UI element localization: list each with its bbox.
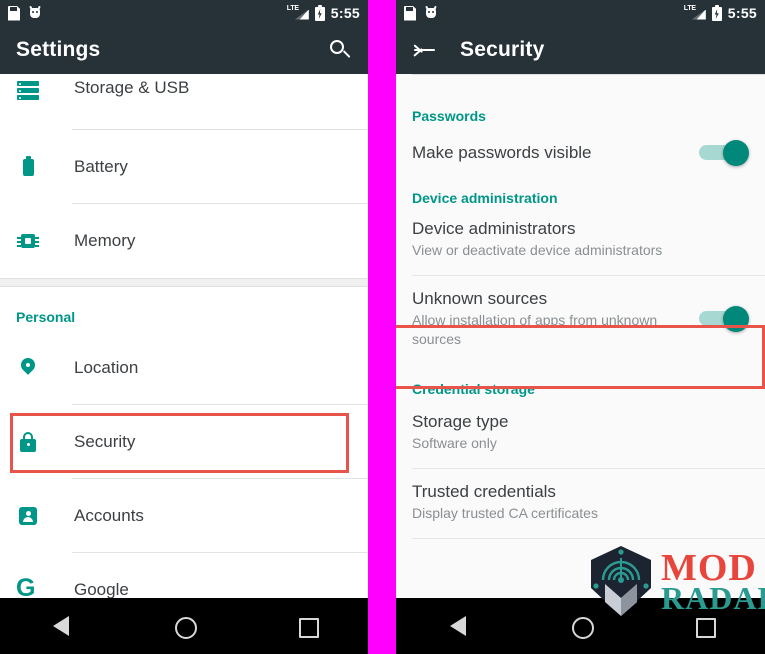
status-bar-left-icons <box>8 5 42 21</box>
sidebar-item-label: Storage & USB <box>74 78 190 97</box>
account-icon <box>16 504 40 528</box>
status-bar-right-icons: LTE 5:55 <box>684 5 757 21</box>
left-phone-screen: LTE 5:55 Settings Storage & USB Battery … <box>0 0 368 654</box>
location-pin-icon <box>16 355 40 380</box>
right-nav-bar <box>396 598 765 654</box>
right-phone-screen: LTE 5:55 Security Passwords Make passwor… <box>396 0 765 654</box>
sidebar-item-label: Battery <box>74 157 128 176</box>
settings-list[interactable]: Storage & USB Battery Memory Personal Lo… <box>0 74 368 627</box>
settings-app-bar: Settings <box>0 26 368 74</box>
lock-icon <box>16 430 40 454</box>
unknown-sources-toggle[interactable] <box>699 305 749 332</box>
page-title: Settings <box>16 38 101 61</box>
sidebar-item-label: Location <box>74 358 139 377</box>
sidebar-item-memory[interactable]: Memory <box>0 204 368 278</box>
section-divider <box>0 278 368 287</box>
row-storage-type[interactable]: Storage type Software only <box>396 403 765 469</box>
android-debug-icon <box>28 5 42 20</box>
lte-signal-icon: LTE <box>286 4 309 21</box>
row-title: Storage type <box>412 412 509 431</box>
row-subtitle: Display trusted CA certificates <box>412 505 598 521</box>
sidebar-item-label: Security <box>74 432 136 451</box>
status-bar-clock: 5:55 <box>330 5 360 21</box>
row-subtitle: Allow installation of apps from unknown … <box>412 312 658 347</box>
sidebar-item-location[interactable]: Location <box>0 331 368 405</box>
row-subtitle: View or deactivate device administrators <box>412 242 663 258</box>
back-arrow-icon[interactable] <box>412 38 438 62</box>
row-subtitle: Software only <box>412 435 497 451</box>
lte-label: LTE <box>286 4 299 12</box>
left-status-bar: LTE 5:55 <box>0 0 368 26</box>
section-header-passwords: Passwords <box>396 90 765 130</box>
sidebar-item-label: Accounts <box>74 506 144 525</box>
section-header-credential-storage: Credential storage <box>396 361 765 403</box>
row-title: Device administrators <box>412 219 576 238</box>
back-nav-button[interactable] <box>41 606 81 646</box>
home-nav-button[interactable] <box>561 606 601 646</box>
partial-row-top <box>396 74 765 90</box>
security-app-bar: Security <box>396 26 765 74</box>
lte-label: LTE <box>683 4 696 12</box>
sd-card-icon <box>404 6 416 21</box>
android-debug-icon <box>424 5 438 20</box>
sidebar-item-label: Memory <box>74 231 136 250</box>
recents-nav-button[interactable] <box>287 606 327 646</box>
sd-card-icon <box>8 6 20 21</box>
status-bar-clock: 5:55 <box>727 5 757 21</box>
panel-separator <box>368 0 396 654</box>
screenshot-root: LTE 5:55 Settings Storage & USB Battery … <box>0 0 765 654</box>
memory-icon <box>16 229 40 253</box>
recents-nav-button[interactable] <box>684 606 724 646</box>
right-status-bar: LTE 5:55 <box>396 0 765 26</box>
row-unknown-sources[interactable]: Unknown sources Allow installation of ap… <box>396 276 765 361</box>
row-device-administrators[interactable]: Device administrators View or deactivate… <box>396 212 765 276</box>
row-title: Unknown sources <box>412 289 548 308</box>
make-passwords-visible-toggle[interactable] <box>699 140 749 166</box>
search-icon[interactable] <box>328 38 352 62</box>
battery-charging-icon <box>711 5 722 21</box>
security-settings-list[interactable]: Passwords Make passwords visible Device … <box>396 74 765 598</box>
status-bar-right-icons: LTE 5:55 <box>287 5 360 21</box>
left-nav-bar <box>0 598 368 654</box>
row-trusted-credentials[interactable]: Trusted credentials Display trusted CA c… <box>396 469 765 539</box>
row-title: Trusted credentials <box>412 482 556 501</box>
status-bar-left-icons <box>404 5 438 21</box>
row-make-passwords-visible[interactable]: Make passwords visible <box>396 130 765 184</box>
row-title: Make passwords visible <box>412 143 592 162</box>
section-header-personal: Personal <box>0 287 368 331</box>
sidebar-item-accounts[interactable]: Accounts <box>0 479 368 553</box>
page-title: Security <box>460 38 545 61</box>
lte-signal-icon: LTE <box>683 4 706 21</box>
sidebar-item-battery[interactable]: Battery <box>0 130 368 204</box>
battery-charging-icon <box>314 5 325 21</box>
battery-icon <box>16 155 40 179</box>
section-header-device-administration: Device administration <box>396 184 765 212</box>
sidebar-item-label: Google <box>74 580 129 599</box>
sidebar-item-storage-usb[interactable]: Storage & USB <box>0 74 368 130</box>
sidebar-item-security[interactable]: Security <box>0 405 368 479</box>
home-nav-button[interactable] <box>164 606 204 646</box>
back-nav-button[interactable] <box>438 606 478 646</box>
storage-icon <box>16 78 40 102</box>
